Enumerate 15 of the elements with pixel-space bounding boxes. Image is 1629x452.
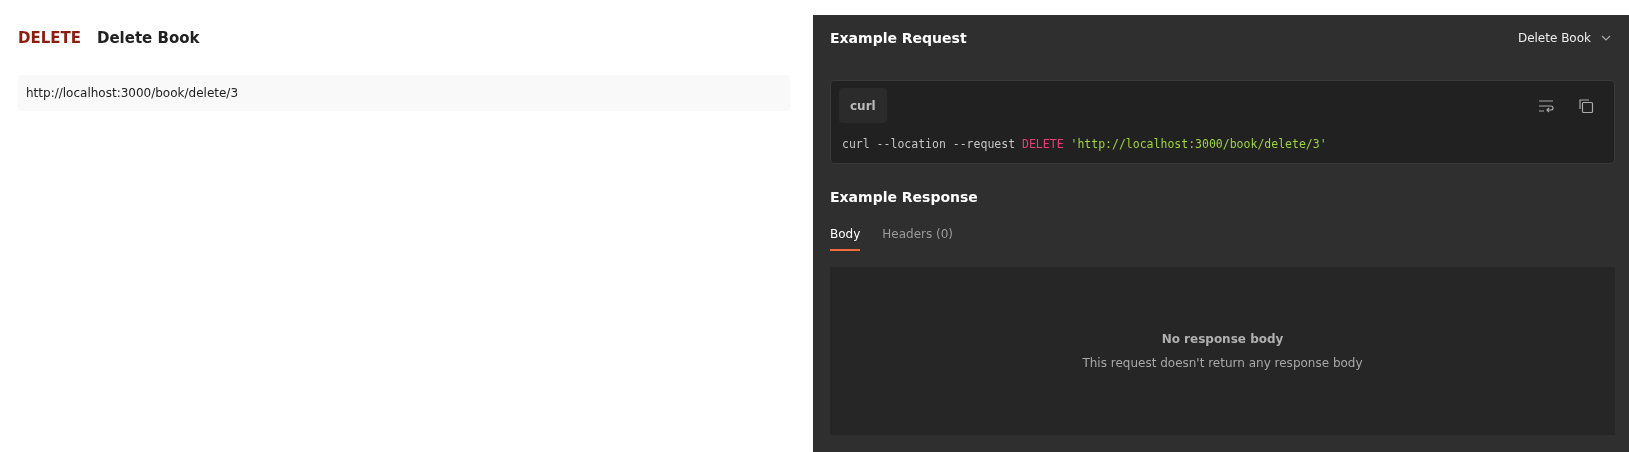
response-tab[interactable]: Headers (0) [882, 227, 954, 251]
empty-state-title: No response body [1161, 332, 1284, 346]
copy-icon[interactable] [1578, 97, 1594, 114]
empty-state-message: This request doesn't return any response body [1082, 356, 1363, 370]
response-tab[interactable]: Body [830, 227, 861, 251]
request-name: Delete Book [97, 29, 200, 47]
request-method: DELETE [18, 29, 81, 47]
wrap-lines-icon[interactable] [1538, 97, 1554, 114]
code-line: curl --location --request DELETE 'http://localhost:3000/book/delete/3' [841, 137, 1328, 153]
language-tab[interactable]: curl [839, 88, 887, 123]
example-dropdown[interactable]: Delete Book [1513, 31, 1615, 45]
section-title: Example Request [830, 30, 967, 46]
section-title: Example Response [830, 189, 979, 205]
chevron-down-icon [1601, 35, 1611, 41]
url-field[interactable]: http://localhost:3000/book/delete/3 [18, 75, 790, 111]
